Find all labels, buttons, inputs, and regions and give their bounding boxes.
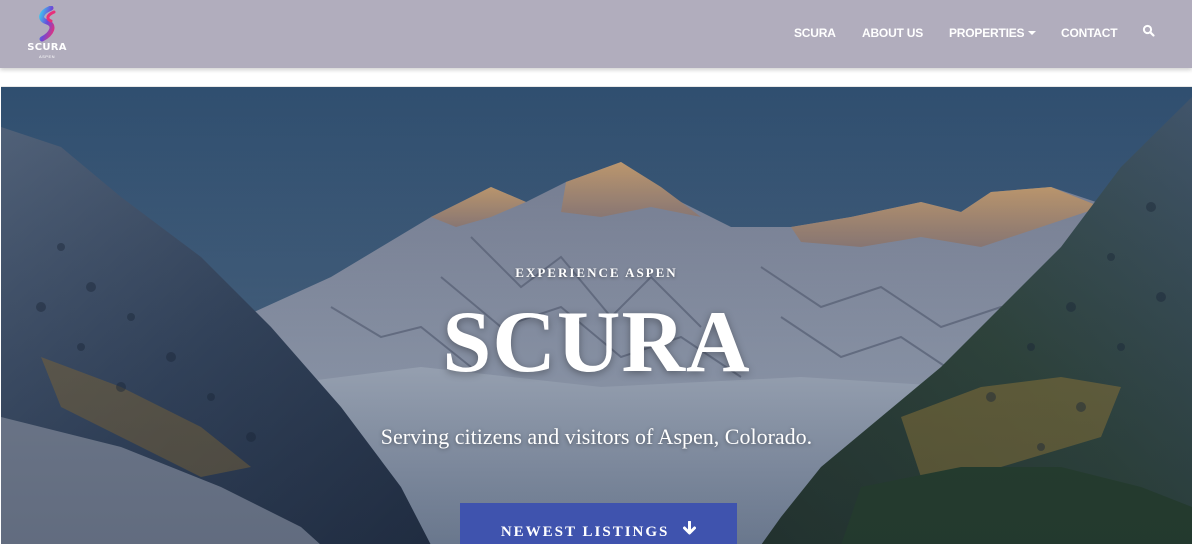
- caret-down-icon: [1028, 30, 1037, 35]
- nav-item-properties-label: PROPERTIES: [949, 26, 1025, 40]
- hero-section: EXPERIENCE ASPEN SCURA Serving citizens …: [1, 86, 1192, 544]
- brand-logo[interactable]: SCURA ASPEN: [24, 6, 70, 60]
- navbar: SCURA ASPEN SCURA ABOUT US PROPERTIES CO…: [0, 0, 1192, 68]
- nav-item-contact[interactable]: CONTACT: [1061, 26, 1118, 40]
- hero-eyebrow: EXPERIENCE ASPEN: [515, 265, 678, 280]
- arrow-down-icon: [683, 502, 697, 544]
- hero-title: SCURA: [442, 294, 751, 391]
- nav-item-properties[interactable]: PROPERTIES: [949, 26, 1037, 40]
- search-icon[interactable]: [1142, 24, 1156, 38]
- hero-subtitle: Serving citizens and visitors of Aspen, …: [380, 424, 813, 449]
- logo-subtext: ASPEN: [38, 54, 56, 59]
- newest-listings-label: NEWEST LISTINGS: [500, 524, 670, 540]
- nav-item-about-us[interactable]: ABOUT US: [862, 26, 923, 40]
- newest-listings-button[interactable]: NEWEST LISTINGS: [460, 503, 737, 544]
- logo-text: SCURA: [27, 42, 67, 53]
- logo-mark-icon: [39, 6, 56, 42]
- nav-item-scura[interactable]: SCURA: [794, 26, 836, 40]
